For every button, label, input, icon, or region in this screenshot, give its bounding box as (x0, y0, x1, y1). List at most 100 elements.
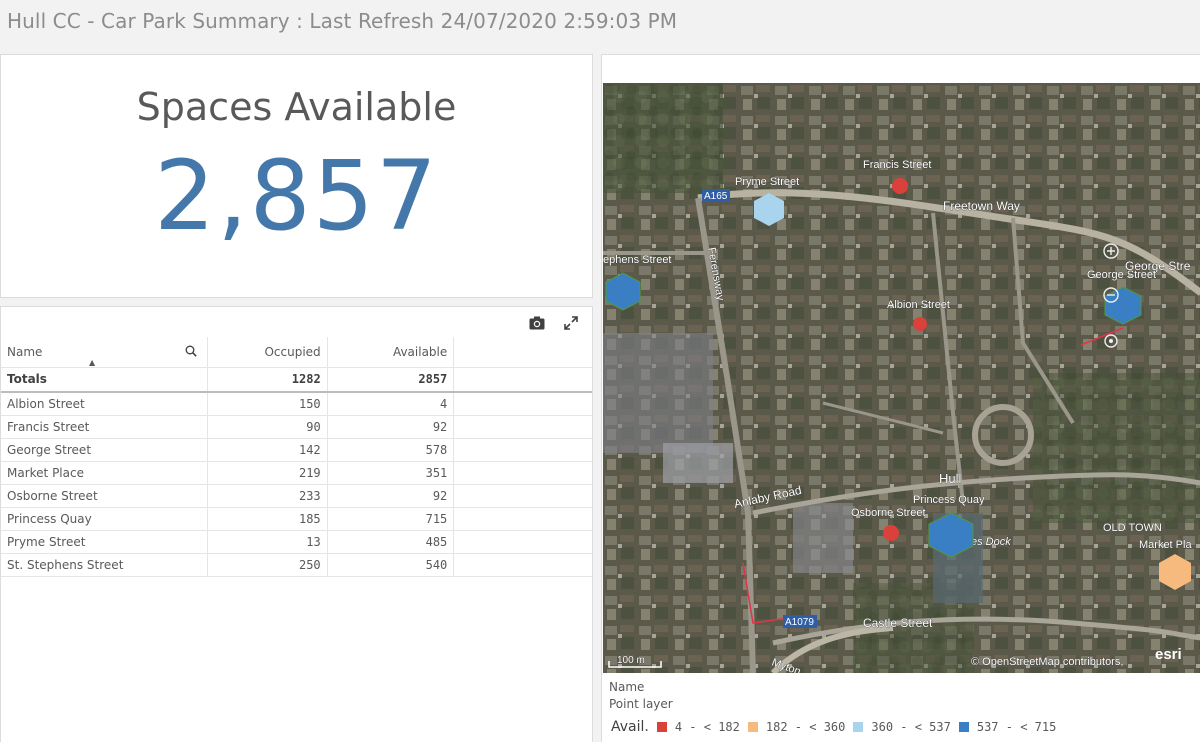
totals-available: 2857 (327, 367, 455, 393)
row-occupied: 90 (207, 415, 328, 439)
kpi-panel[interactable]: Spaces Available 2,857 (0, 54, 593, 298)
table-row[interactable]: George Street 142 578 (1, 438, 592, 462)
totals-occupied: 1282 (207, 367, 328, 393)
column-header-spacer (453, 337, 592, 368)
legend-range: 537 - < 715 (976, 720, 1057, 734)
map-scale-label: 100 m (617, 655, 645, 666)
road-shield-a165-label: A165 (704, 191, 728, 202)
row-name[interactable]: Osborne Street (1, 484, 208, 508)
kpi-label: Spaces Available (136, 85, 457, 129)
map-label-osborne: Osborne Street (851, 507, 926, 519)
row-available: 92 (327, 484, 455, 508)
row-occupied: 13 (207, 530, 328, 554)
table-panel[interactable]: Name ▲ Occupied Available Totals 1282 28… (0, 306, 593, 742)
row-occupied: 250 (207, 553, 328, 577)
map-label-dock: es Dock (971, 536, 1011, 548)
column-header-available[interactable]: Available (327, 337, 455, 368)
row-name[interactable]: St. Stephens Street (1, 553, 208, 577)
row-available: 92 (327, 415, 455, 439)
map-panel[interactable]: A165 A1079 Francis Street Pryme Street F… (601, 54, 1200, 742)
totals-label: Totals (1, 367, 208, 393)
row-available: 715 (327, 507, 455, 531)
color-legend: Avail. 4 - < 182 182 - < 360 360 - < 537… (611, 719, 1064, 735)
table-header-row: Name ▲ Occupied Available (1, 337, 592, 368)
sort-ascending-icon: ▲ (89, 357, 96, 367)
map-label-hull: Hull (939, 471, 962, 486)
map-building-block (663, 443, 733, 483)
map-label-george-2: George Street (1087, 269, 1156, 281)
camera-icon[interactable] (528, 314, 546, 332)
map-label-francis: Francis Street (863, 159, 931, 171)
expand-icon[interactable] (562, 314, 580, 332)
road-shield-a1079-label: A1079 (785, 617, 814, 628)
legend-title: Name (609, 680, 645, 694)
row-name[interactable]: Market Place (1, 461, 208, 485)
column-header-name[interactable]: Name ▲ (1, 337, 208, 368)
search-icon[interactable] (185, 345, 197, 360)
totals-row: Totals 1282 2857 (1, 367, 592, 393)
table-row[interactable]: Osborne Street 233 92 (1, 484, 592, 508)
row-name[interactable]: Francis Street (1, 415, 208, 439)
row-occupied: 150 (207, 392, 328, 416)
map-label-freetown: Freetown Way (943, 199, 1020, 213)
column-header-name-label: Name (7, 344, 43, 359)
row-occupied: 185 (207, 507, 328, 531)
legend-swatch (958, 722, 969, 732)
spacer-cell (453, 484, 592, 508)
spacer-cell (453, 553, 592, 577)
spacer-cell (453, 367, 592, 393)
column-header-occupied[interactable]: Occupied (207, 337, 328, 368)
table-row[interactable]: Market Place 219 351 (1, 461, 592, 485)
map-building-block (793, 503, 853, 573)
map-label-oldtown: OLD TOWN (1103, 522, 1162, 534)
legend-subtitle: Point layer (609, 697, 673, 711)
row-occupied: 219 (207, 461, 328, 485)
row-available: 351 (327, 461, 455, 485)
map-label-stephens: ephens Street (603, 254, 672, 266)
map-vegetation (603, 83, 723, 193)
satellite-map[interactable]: A165 A1079 Francis Street Pryme Street F… (603, 83, 1200, 673)
row-name[interactable]: George Street (1, 438, 208, 462)
spacer-cell (453, 530, 592, 554)
legend-swatch (853, 722, 864, 732)
spacer-cell (453, 415, 592, 439)
map-label-albion: Albion Street (887, 299, 950, 311)
color-legend-label: Avail. (611, 719, 649, 735)
row-name[interactable]: Pryme Street (1, 530, 208, 554)
table-row[interactable]: Francis Street 90 92 (1, 415, 592, 439)
map-attribution: © OpenStreetMap contributors, (971, 656, 1123, 668)
table-row[interactable]: Albion Street 150 4 (1, 392, 592, 416)
row-available: 485 (327, 530, 455, 554)
map-label-market: Market Pla (1139, 539, 1192, 551)
row-occupied: 142 (207, 438, 328, 462)
title-bar: Hull CC - Car Park Summary : Last Refres… (0, 0, 1200, 44)
map-legend: Name Point layer (609, 679, 673, 713)
row-occupied: 233 (207, 484, 328, 508)
car-park-marker-albion-street[interactable] (913, 317, 927, 331)
kpi-value: 2,857 (154, 140, 439, 252)
table-row[interactable]: Princess Quay 185 715 (1, 507, 592, 531)
spacer-cell (453, 507, 592, 531)
car-park-table: Name ▲ Occupied Available Totals 1282 28… (1, 337, 592, 577)
legend-range: 360 - < 537 (871, 720, 951, 734)
row-available: 540 (327, 553, 455, 577)
table-toolbar (528, 313, 580, 333)
row-available: 578 (327, 438, 455, 462)
map-building-block (603, 333, 713, 453)
legend-swatch (656, 722, 667, 732)
legend-swatch (747, 722, 758, 732)
esri-logo: esri (1155, 646, 1182, 663)
row-name[interactable]: Albion Street (1, 392, 208, 416)
map-label-pryme: Pryme Street (735, 176, 799, 188)
spacer-cell (453, 438, 592, 462)
car-park-marker-francis-street[interactable] (892, 178, 908, 194)
car-park-marker-osborne-street[interactable] (883, 525, 899, 541)
map-label-castle: Castle Street (863, 616, 933, 630)
table-row[interactable]: Pryme Street 13 485 (1, 530, 592, 554)
spacer-cell (453, 461, 592, 485)
row-name[interactable]: Princess Quay (1, 507, 208, 531)
legend-range: 4 - < 182 (674, 720, 740, 734)
spacer-cell (453, 392, 592, 416)
table-row[interactable]: St. Stephens Street 250 540 (1, 553, 592, 577)
page-title: Hull CC - Car Park Summary : Last Refres… (7, 9, 678, 33)
